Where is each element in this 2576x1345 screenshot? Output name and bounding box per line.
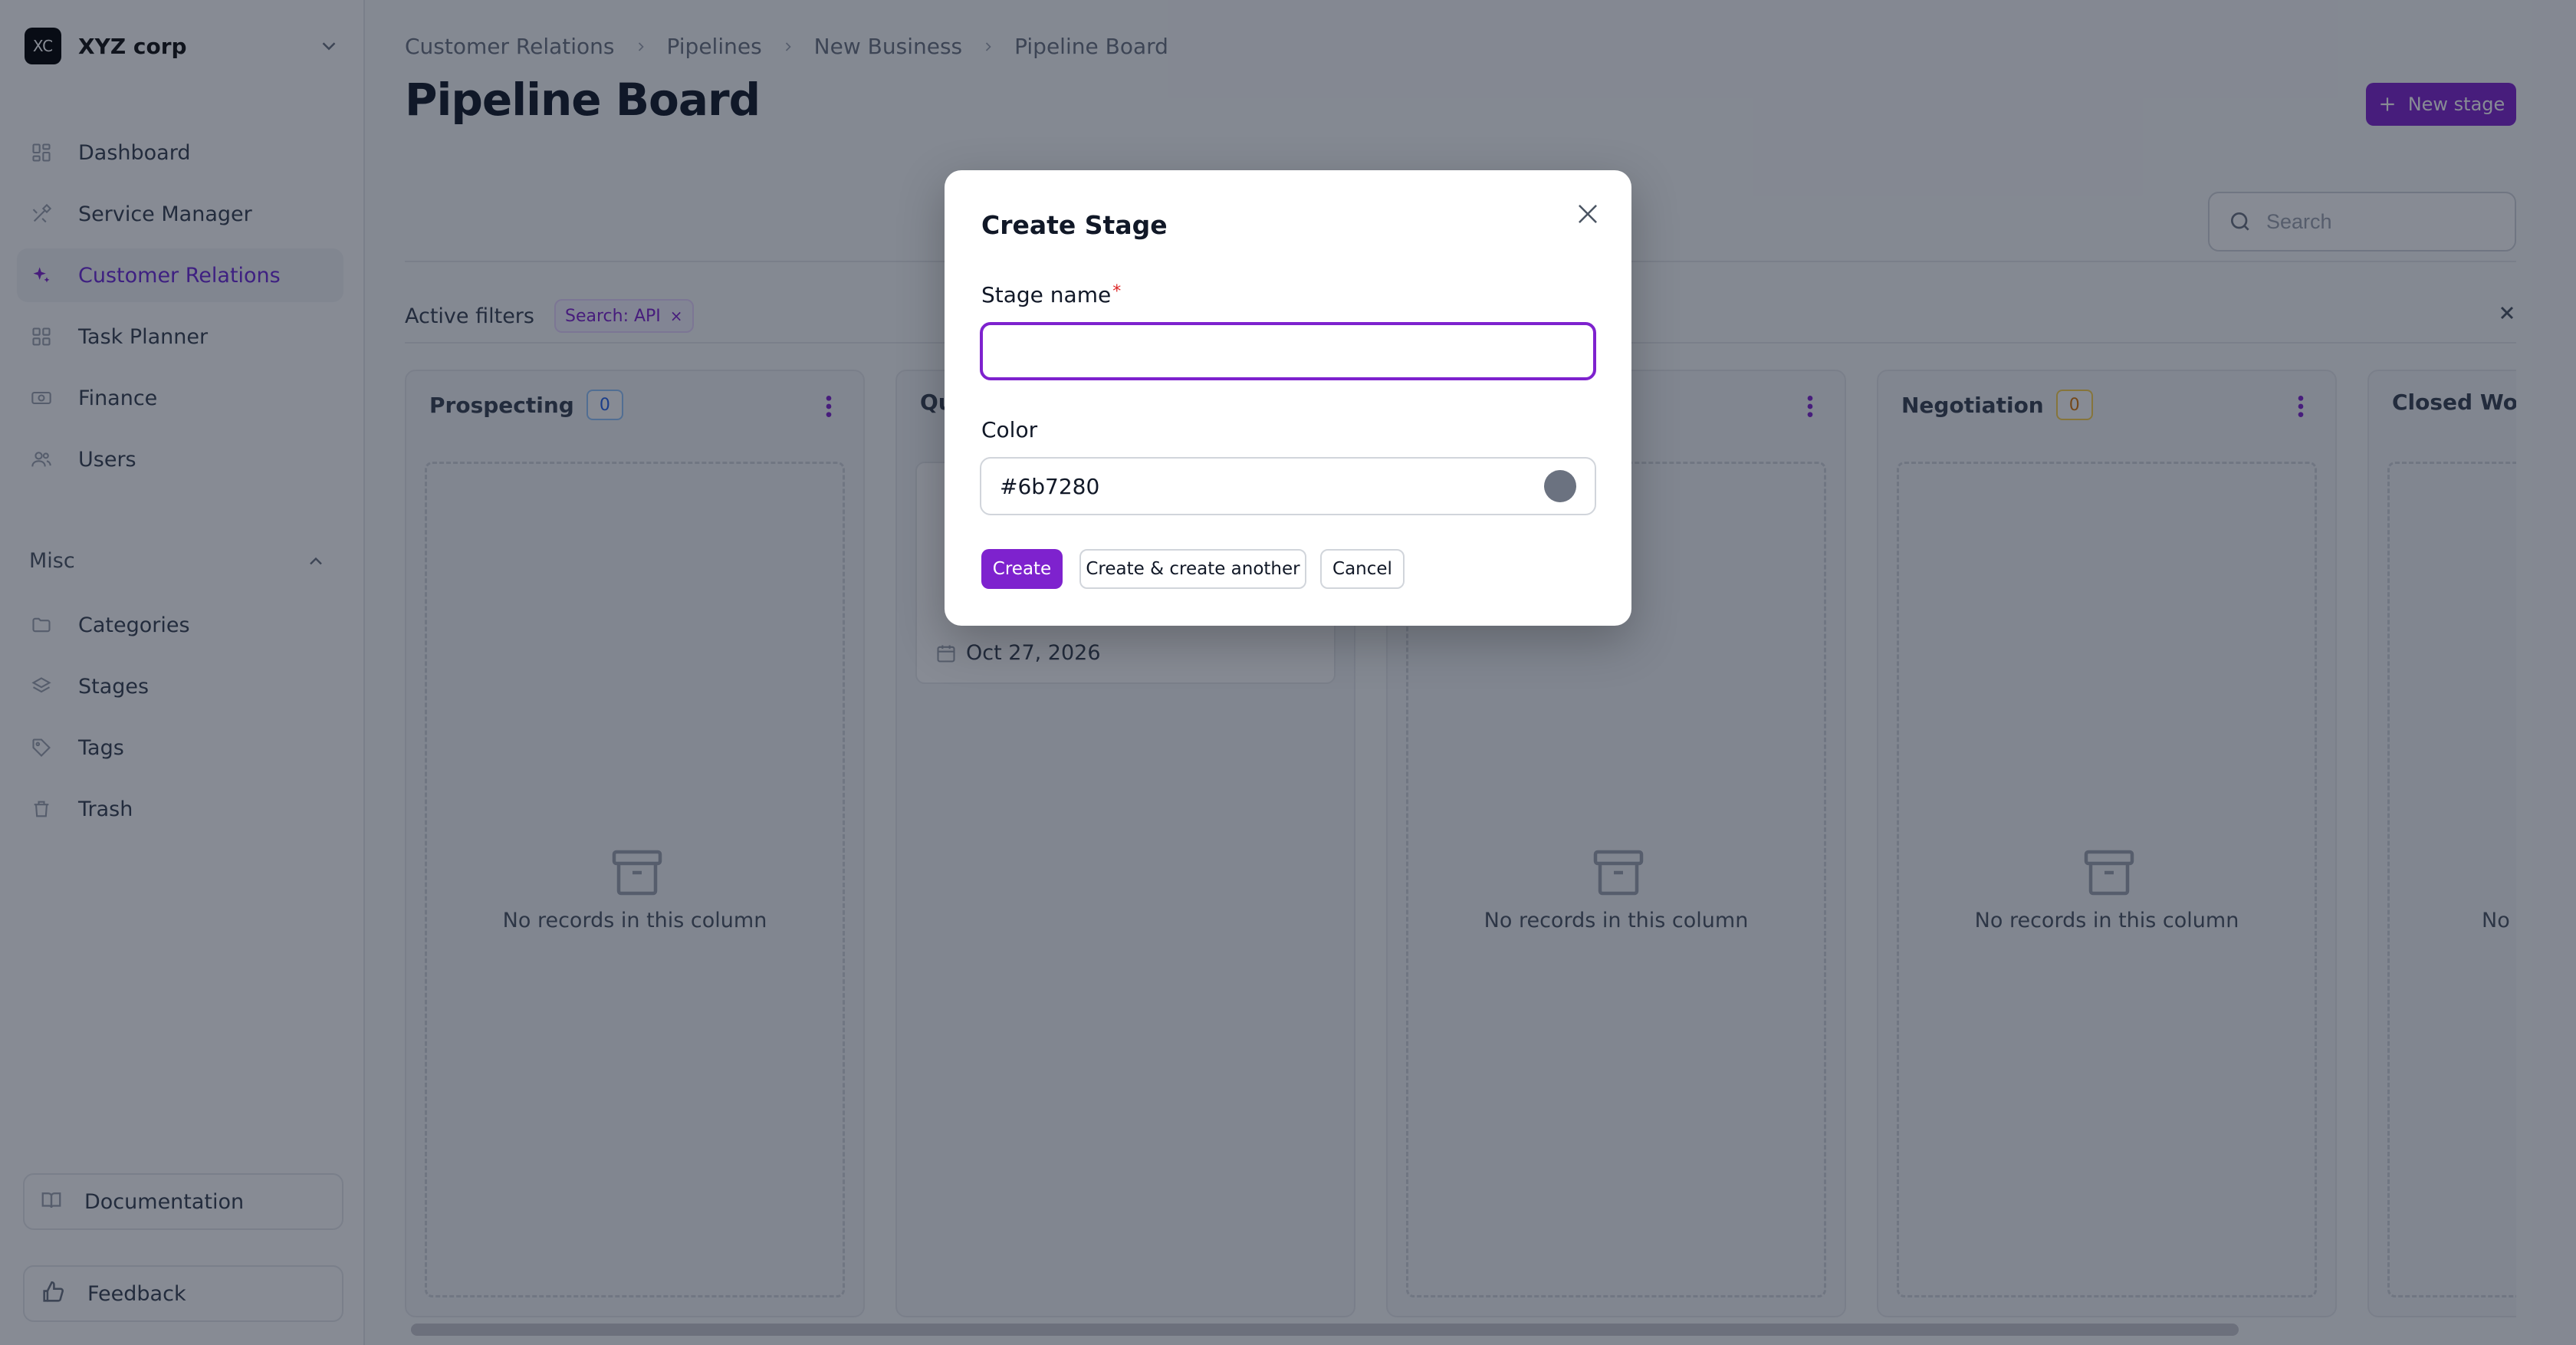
close-icon[interactable] — [1573, 199, 1602, 229]
create-another-button[interactable]: Create & create another — [1079, 549, 1306, 589]
modal-title: Create Stage — [981, 210, 1168, 240]
color-swatch[interactable] — [1544, 470, 1576, 502]
required-marker: * — [1112, 282, 1122, 301]
cancel-button[interactable]: Cancel — [1320, 549, 1405, 589]
stage-name-label: Stage name* — [981, 282, 1121, 307]
color-field[interactable]: #6b7280 — [980, 457, 1596, 515]
create-stage-modal: Create Stage Stage name* Color #6b7280 C… — [945, 170, 1631, 626]
color-value: #6b7280 — [1000, 473, 1100, 499]
stage-name-label-text: Stage name — [981, 282, 1112, 307]
create-button[interactable]: Create — [981, 549, 1063, 589]
stage-name-input[interactable] — [980, 322, 1596, 380]
color-label: Color — [981, 417, 1038, 442]
